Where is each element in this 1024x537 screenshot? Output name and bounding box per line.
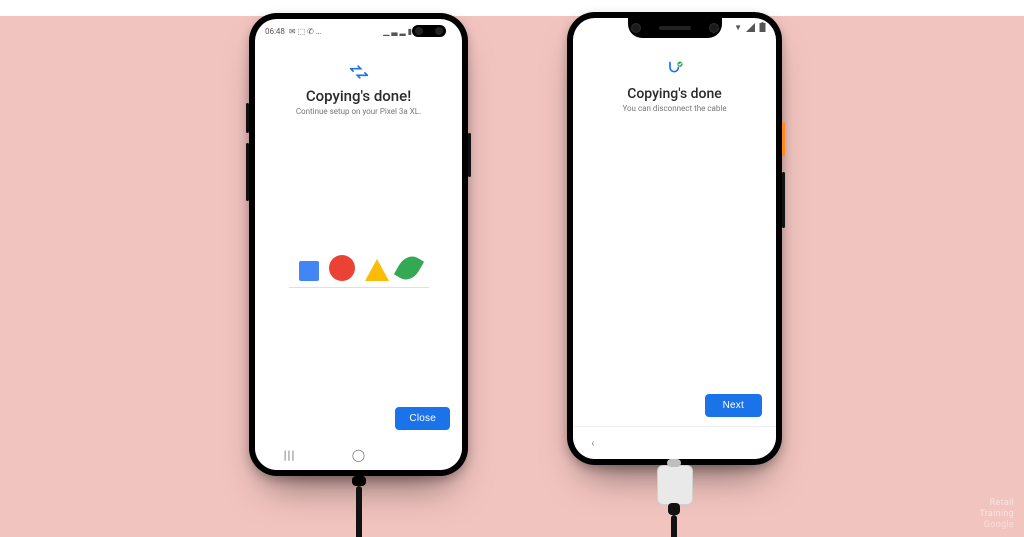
shape-circle-icon: [329, 255, 355, 281]
close-button[interactable]: Close: [395, 407, 450, 430]
navigation-bar: ||| ◯: [255, 440, 462, 470]
shape-square-icon: [299, 261, 319, 281]
usb-cable: [671, 515, 677, 537]
nav-back-icon[interactable]: ‹: [591, 436, 594, 450]
status-right-icons: ▁ ▃ ▂ ▮: [383, 27, 412, 36]
nav-recents-icon[interactable]: |||: [277, 448, 303, 462]
usb-plug: [352, 476, 366, 486]
usb-c-tip: [667, 459, 681, 467]
page-subtitle: You can disconnect the cable: [573, 104, 776, 113]
shape-triangle-icon: [365, 259, 389, 281]
usb-plug: [668, 503, 680, 515]
power-button: [782, 122, 785, 156]
next-button[interactable]: Next: [705, 394, 762, 417]
source-screen: 06:48 ✉ ⬚ ✆ … ▁ ▃ ▂ ▮ Copying's done! Co…: [255, 19, 462, 470]
status-time: 06:48: [265, 27, 285, 36]
display-notch: [628, 18, 722, 38]
transfer-complete-icon: [573, 60, 776, 80]
watermark-line: Retail: [979, 498, 1014, 509]
earpiece-speaker: [659, 26, 691, 30]
target-screen: ▼ Copying's done You can disconnect the …: [573, 18, 776, 459]
watermark-line: Google: [979, 520, 1014, 531]
page-title: Copying's done: [573, 86, 776, 102]
usb-cable: [356, 486, 362, 537]
status-bar: ▼: [734, 22, 766, 32]
page-title: Copying's done!: [255, 87, 462, 105]
source-phone: 06:48 ✉ ⬚ ✆ … ▁ ▃ ▂ ▮ Copying's done! Co…: [249, 13, 468, 476]
navigation-bar: ‹: [573, 426, 776, 459]
nav-home-icon[interactable]: ◯: [346, 448, 372, 462]
shape-leaf-icon: [393, 252, 423, 285]
page-subtitle: Continue setup on your Pixel 3a XL.: [255, 107, 462, 116]
stage: 06:48 ✉ ⬚ ✆ … ▁ ▃ ▂ ▮ Copying's done! Co…: [0, 0, 1024, 537]
front-camera-icon: [631, 23, 641, 33]
transfer-icon: [255, 63, 462, 81]
volume-button: [782, 172, 785, 228]
power-button: [468, 133, 471, 177]
bixby-button: [246, 103, 249, 133]
watermark-line: Training: [979, 509, 1014, 520]
watermark: Retail Training Google: [979, 498, 1014, 531]
usb-adapter: [657, 465, 693, 505]
target-phone: ▼ Copying's done You can disconnect the …: [567, 12, 782, 465]
punch-hole-camera: [412, 25, 446, 37]
sensor-icon: [709, 23, 719, 33]
status-left-icons: ✉ ⬚ ✆ …: [289, 27, 321, 36]
google-shapes-illustration: [289, 255, 429, 288]
volume-button: [246, 143, 249, 201]
